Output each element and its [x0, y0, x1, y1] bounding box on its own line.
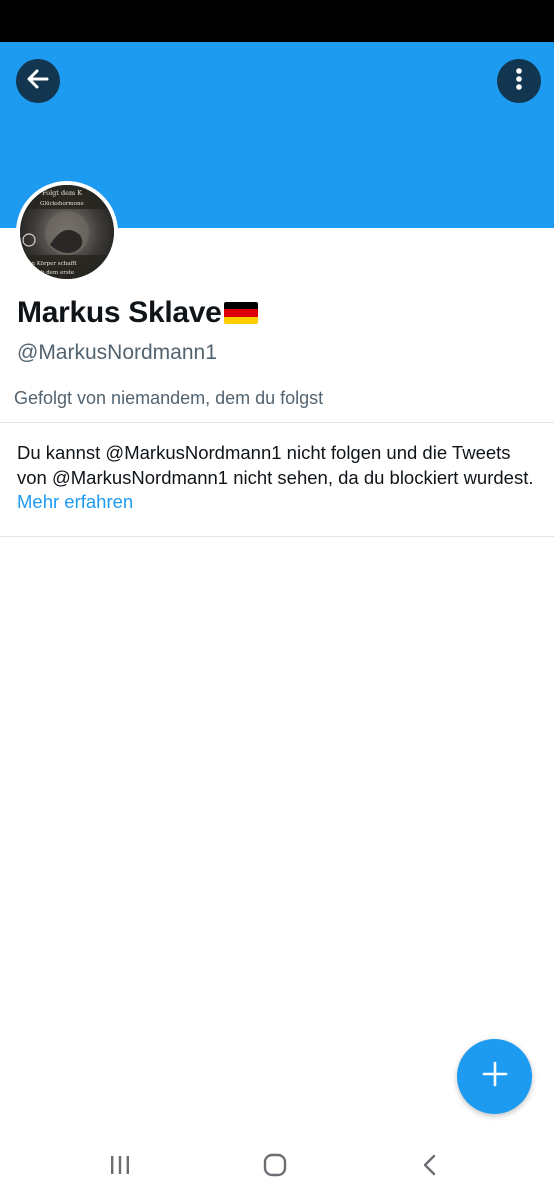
avatar-caption-3: Dein Körper schafft: [22, 261, 77, 267]
learn-more-link[interactable]: Mehr erfahren: [17, 491, 133, 512]
recent-apps-button[interactable]: [90, 1134, 150, 1200]
german-flag-icon: [223, 302, 258, 324]
status-bar: [0, 0, 554, 42]
compose-tweet-button[interactable]: [457, 1039, 532, 1114]
avatar-caption-2: Glückshormone: [40, 201, 84, 207]
recent-apps-icon: [108, 1154, 132, 1181]
display-name: Markus Sklave: [17, 296, 258, 330]
avatar-ring: Folgt dem K Glückshormone Dein Körper sc…: [16, 181, 118, 283]
avatar[interactable]: Folgt dem K Glückshormone Dein Körper sc…: [20, 185, 114, 279]
back-chevron-icon: [419, 1152, 441, 1183]
more-options-button[interactable]: [497, 59, 541, 103]
avatar-caption-1: Folgt dem K: [42, 189, 82, 197]
system-navigation-bar: [0, 1134, 554, 1200]
blocked-message-text: Du kannst @MarkusNordmann1 nicht folgen …: [17, 442, 534, 488]
profile-handle: @MarkusNordmann1: [17, 341, 217, 364]
divider: [0, 422, 554, 423]
plus-icon: [482, 1061, 508, 1092]
vertical-dots-icon: [506, 66, 532, 97]
system-back-button[interactable]: [400, 1134, 460, 1200]
arrow-left-icon: [25, 66, 51, 97]
back-button[interactable]: [16, 59, 60, 103]
divider: [0, 536, 554, 537]
home-icon: [262, 1152, 288, 1183]
avatar-caption-4: dir ab dem erste: [28, 270, 74, 276]
followed-by-text: Gefolgt von niemandem, dem du folgst: [14, 388, 324, 408]
blocked-notice: Du kannst @MarkusNordmann1 nicht folgen …: [17, 441, 542, 515]
display-name-text: Markus Sklave: [17, 296, 222, 329]
home-button[interactable]: [245, 1134, 305, 1200]
